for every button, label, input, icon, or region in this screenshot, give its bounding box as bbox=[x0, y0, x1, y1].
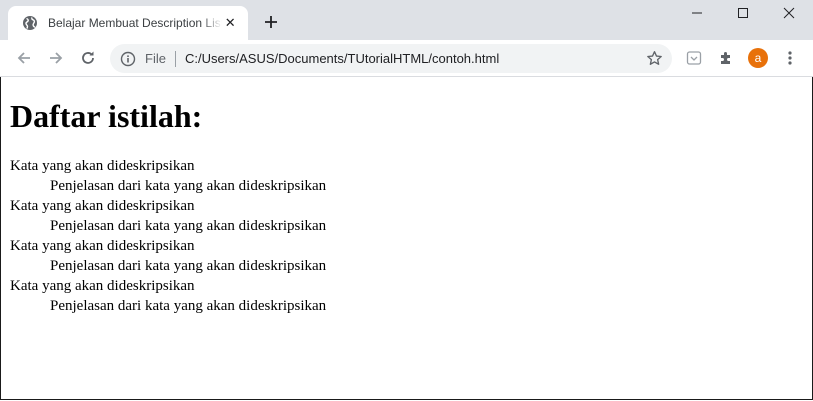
description-list: Kata yang akan dideskripsikan Penjelasan… bbox=[10, 156, 809, 316]
list-term: Kata yang akan dideskripsikan bbox=[10, 158, 195, 174]
list-term: Kata yang akan dideskripsikan bbox=[10, 198, 195, 214]
list-description: Penjelasan dari kata yang akan dideskrip… bbox=[50, 178, 327, 194]
scheme-label: File bbox=[145, 51, 166, 66]
omnibox-divider bbox=[174, 50, 176, 67]
pocket-icon[interactable] bbox=[685, 49, 703, 67]
url-text[interactable]: C:/Users/ASUS/Documents/TUtorialHTML/con… bbox=[185, 51, 499, 66]
list-term: Kata yang akan dideskripsikan bbox=[10, 238, 195, 254]
minimize-icon[interactable] bbox=[674, 0, 720, 26]
arrow-forward-icon[interactable] bbox=[46, 48, 66, 68]
page-content: Daftar istilah: Kata yang akan dideskrip… bbox=[10, 77, 809, 316]
tab-strip: Belajar Membuat Description List ✕ bbox=[0, 0, 813, 40]
maximize-icon[interactable] bbox=[720, 0, 766, 26]
info-icon[interactable] bbox=[120, 51, 136, 67]
star-icon[interactable] bbox=[646, 50, 663, 67]
page-heading: Daftar istilah: bbox=[10, 98, 203, 134]
tab-title: Belajar Membuat Description List bbox=[48, 16, 223, 30]
plus-icon[interactable] bbox=[261, 12, 281, 32]
list-term: Kata yang akan dideskripsikan bbox=[10, 278, 195, 294]
close-icon[interactable] bbox=[766, 0, 812, 26]
reload-icon[interactable] bbox=[78, 48, 98, 68]
avatar[interactable]: a bbox=[748, 48, 768, 68]
address-bar[interactable]: File C:/Users/ASUS/Documents/TUtorialHTM… bbox=[110, 44, 672, 73]
list-description: Penjelasan dari kata yang akan dideskrip… bbox=[50, 298, 327, 314]
kebab-menu-icon[interactable] bbox=[781, 49, 799, 67]
browser-toolbar: File C:/Users/ASUS/Documents/TUtorialHTM… bbox=[0, 40, 813, 77]
list-description: Penjelasan dari kata yang akan dideskrip… bbox=[50, 258, 327, 274]
browser-tab[interactable]: Belajar Membuat Description List ✕ bbox=[8, 6, 248, 40]
puzzle-icon[interactable] bbox=[717, 49, 735, 67]
globe-icon bbox=[23, 16, 37, 30]
arrow-back-icon[interactable] bbox=[14, 48, 34, 68]
close-icon[interactable]: ✕ bbox=[222, 15, 238, 31]
list-description: Penjelasan dari kata yang akan dideskrip… bbox=[50, 218, 327, 234]
